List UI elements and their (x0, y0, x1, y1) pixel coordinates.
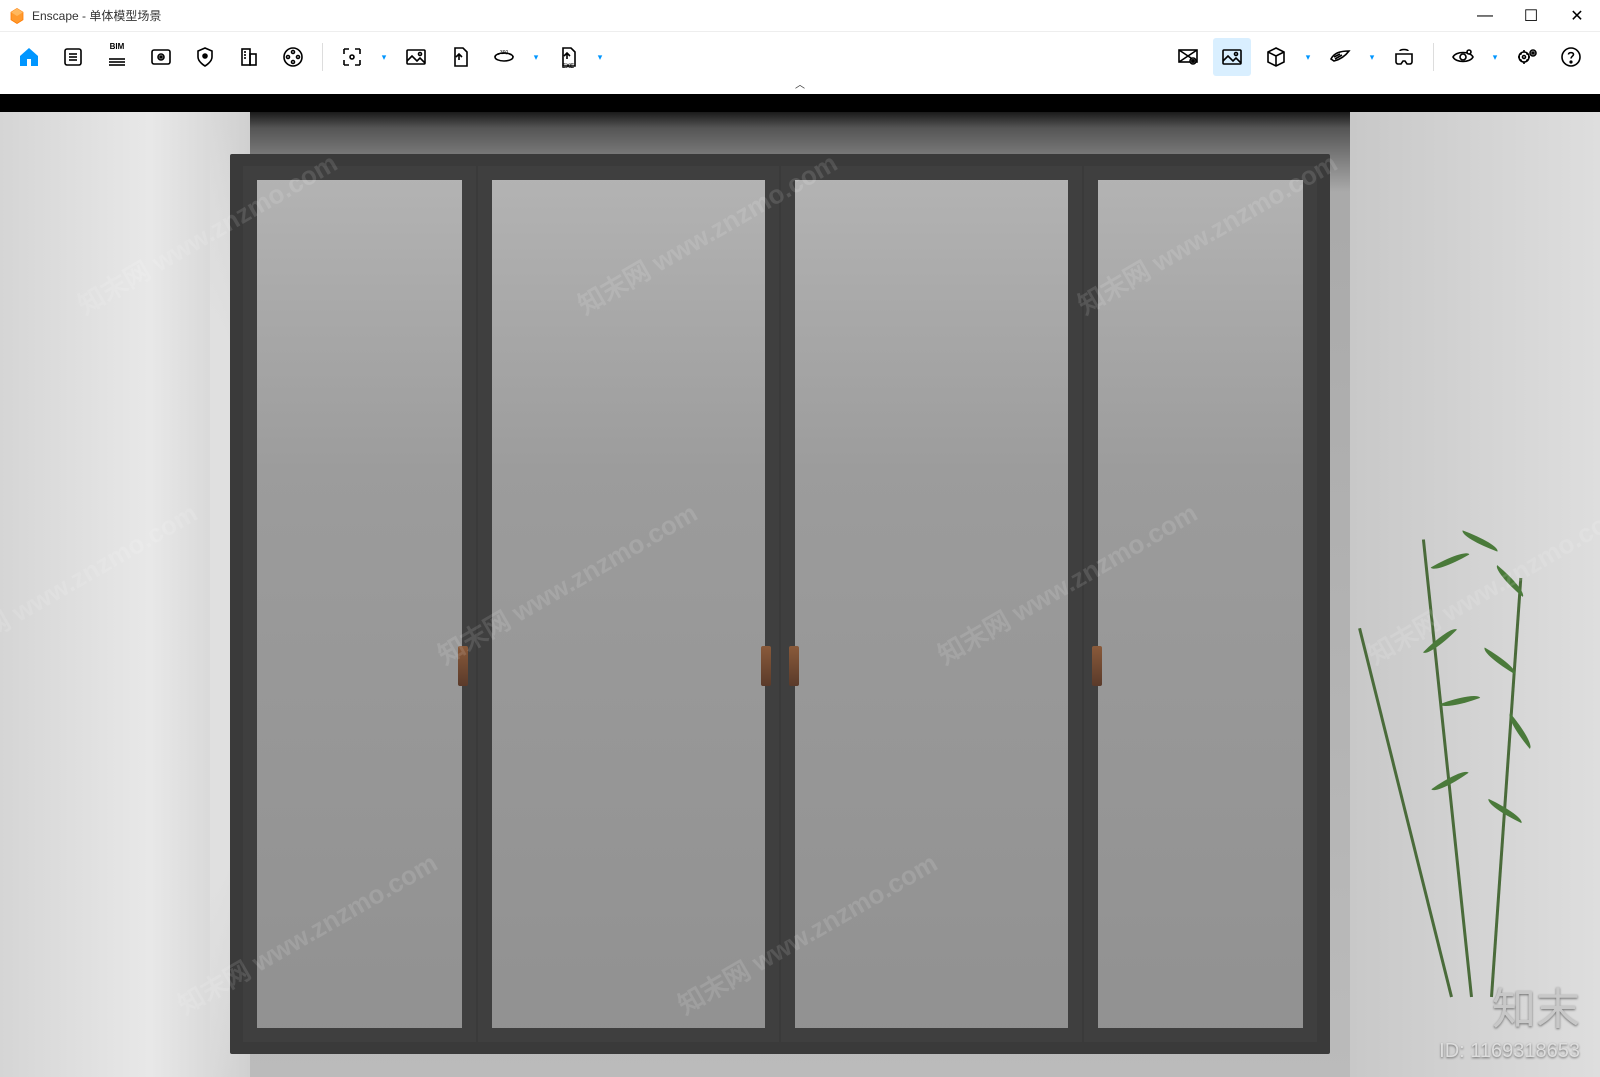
app-name: Enscape (32, 9, 79, 23)
video-button[interactable] (274, 38, 312, 76)
enscape-logo-icon (8, 7, 26, 25)
eye-icon (1451, 45, 1475, 69)
screenshot-button[interactable] (333, 38, 371, 76)
building-button[interactable] (230, 38, 268, 76)
bim-button[interactable]: BIM (98, 38, 136, 76)
sky-button[interactable] (1213, 38, 1251, 76)
reel-icon (281, 45, 305, 69)
map-pin-icon (1176, 45, 1200, 69)
window-title: Enscape - 单体模型场景 (32, 7, 1462, 24)
maximize-button[interactable]: ☐ (1508, 0, 1554, 32)
titlebar: Enscape - 单体模型场景 — ☐ ✕ (0, 0, 1600, 32)
help-icon (1559, 45, 1583, 69)
cube-button[interactable] (1257, 38, 1295, 76)
home-icon (17, 45, 41, 69)
building-icon (237, 45, 261, 69)
document-name: 单体模型场景 (89, 9, 161, 23)
exe-export-button[interactable]: EXE (549, 38, 587, 76)
home-button[interactable] (10, 38, 48, 76)
sky-icon (1220, 45, 1244, 69)
manage-views-button[interactable] (142, 38, 180, 76)
door-panel-3 (781, 166, 1082, 1042)
scene-wall-left (0, 112, 250, 1077)
panorama-icon: 360 (492, 45, 516, 69)
screenshot-icon (340, 45, 364, 69)
svg-text:360: 360 (500, 50, 509, 56)
toolbar-separator (322, 43, 323, 71)
shield-icon (193, 45, 217, 69)
help-button[interactable] (1552, 38, 1590, 76)
visual-settings-dropdown[interactable]: ▾ (1488, 38, 1502, 76)
vr-icon (1392, 45, 1416, 69)
vr-button[interactable] (1385, 38, 1423, 76)
bim-label: BIM (110, 42, 125, 51)
export-image-button[interactable] (441, 38, 479, 76)
panorama-button[interactable]: 360 (485, 38, 523, 76)
door-panel-1 (243, 166, 476, 1042)
minimize-button[interactable]: — (1462, 0, 1508, 32)
safe-frame-button[interactable] (186, 38, 224, 76)
menu-icon (61, 45, 85, 69)
manage-views-icon (149, 45, 173, 69)
cube-icon (1264, 45, 1288, 69)
exe-dropdown[interactable]: ▾ (593, 38, 607, 76)
scene-sliding-door (230, 154, 1330, 1054)
image-button[interactable] (397, 38, 435, 76)
toolbar-collapse-chevron[interactable]: ︿ (0, 82, 1600, 94)
door-panel-2 (478, 166, 779, 1042)
rendered-scene: 知末网 www.znzmo.com 知末网 www.znzmo.com 知末网 … (0, 94, 1600, 1077)
image-icon (404, 45, 428, 69)
window-controls: — ☐ ✕ (1462, 0, 1600, 32)
cube-dropdown[interactable]: ▾ (1301, 38, 1315, 76)
main-toolbar: BIM ▾ 360 ▾ EXE ▾ ▾ ▾ (0, 32, 1600, 82)
brand-overlay: 知末 (1492, 973, 1580, 1037)
exe-label: EXE (562, 64, 574, 70)
visual-settings-button[interactable] (1444, 38, 1482, 76)
wing-icon (1328, 45, 1352, 69)
render-viewport[interactable]: 知末网 www.znzmo.com 知末网 www.znzmo.com 知末网 … (0, 94, 1600, 1077)
export-image-icon (448, 45, 472, 69)
close-button[interactable]: ✕ (1554, 0, 1600, 32)
id-overlay: ID: 1169318653 (1439, 1040, 1580, 1063)
map-button[interactable] (1169, 38, 1207, 76)
menu-button[interactable] (54, 38, 92, 76)
gear-icon (1515, 45, 1539, 69)
scene-bamboo (1370, 497, 1570, 997)
wing-button[interactable] (1321, 38, 1359, 76)
door-panel-4 (1084, 166, 1317, 1042)
panorama-dropdown[interactable]: ▾ (529, 38, 543, 76)
wing-dropdown[interactable]: ▾ (1365, 38, 1379, 76)
toolbar-separator (1433, 43, 1434, 71)
settings-button[interactable] (1508, 38, 1546, 76)
screenshot-dropdown[interactable]: ▾ (377, 38, 391, 76)
